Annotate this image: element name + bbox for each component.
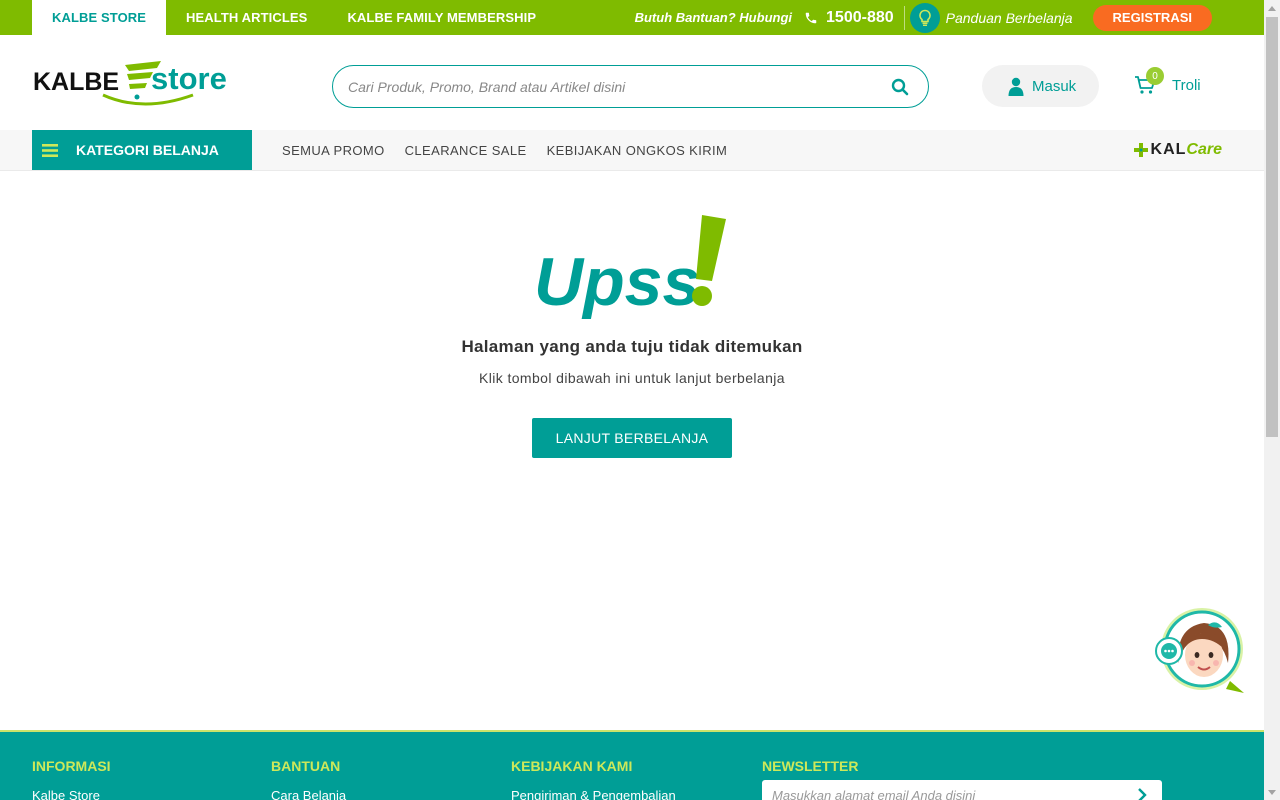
cart-label: Troli — [1172, 76, 1201, 94]
chevron-right-icon — [1138, 788, 1147, 800]
scroll-down-arrow[interactable] — [1264, 784, 1280, 800]
category-label: KATEGORI BELANJA — [76, 142, 219, 158]
user-icon — [1008, 77, 1024, 96]
newsletter-submit-button[interactable] — [1122, 788, 1162, 800]
menu-icon — [42, 143, 58, 157]
search-icon — [891, 78, 909, 95]
error-subtitle: Klik tombol dibawah ini untuk lanjut ber… — [479, 370, 785, 386]
newsletter-email-input[interactable] — [772, 787, 1122, 800]
error-title: Halaman yang anda tuju tidak ditemukan — [461, 337, 803, 356]
lightbulb-icon[interactable] — [909, 2, 940, 33]
tab-kalbe-store[interactable]: KALBE STORE — [32, 0, 167, 35]
footer-link[interactable]: Cara Belanja — [271, 788, 346, 800]
kalcare-care: Care — [1186, 141, 1222, 158]
tab-health-articles[interactable]: HEALTH ARTICLES — [166, 0, 327, 35]
upss-headline: Upss — [534, 244, 700, 320]
chat-widget[interactable] — [1152, 603, 1248, 695]
cart-button[interactable]: 0 Troli — [1134, 67, 1201, 95]
footer-col-kebijakan: KEBIJAKAN KAMI Pengiriman & Pengembalian — [511, 758, 676, 800]
login-button[interactable]: Masuk — [982, 65, 1099, 107]
kalbe-store-logo[interactable]: KALBE store — [33, 55, 253, 111]
footer-col-bantuan: BANTUAN Cara Belanja — [271, 758, 346, 800]
header: KALBE store Masuk 0 Troli — [0, 35, 1264, 130]
kalcare-kal: KAL — [1150, 141, 1187, 158]
kalcare-cross-icon — [1133, 143, 1148, 157]
kalcare-logo[interactable]: KAL Care — [1133, 141, 1222, 159]
divider — [903, 5, 905, 30]
footer-link[interactable]: Kalbe Store — [32, 788, 111, 800]
footer: INFORMASI Kalbe Store BANTUAN Cara Belan… — [0, 730, 1264, 800]
upss-illustration: Upss — [534, 215, 726, 320]
nav-links: SEMUA PROMO CLEARANCE SALE KEBIJAKAN ONG… — [272, 130, 737, 170]
help-text: Butuh Bantuan? Hubungi — [634, 10, 793, 25]
search-input[interactable] — [348, 78, 872, 95]
footer-col-newsletter: NEWSLETTER — [762, 758, 858, 774]
scroll-up-arrow[interactable] — [1264, 0, 1280, 16]
register-button[interactable]: REGISTRASI — [1092, 4, 1212, 31]
search-button[interactable] — [872, 67, 928, 107]
page-scrollbar[interactable] — [1264, 0, 1280, 800]
cart-count-badge: 0 — [1146, 67, 1164, 85]
top-bar: KALBE STORE HEALTH ARTICLES KALBE FAMILY… — [0, 0, 1264, 35]
footer-heading: NEWSLETTER — [762, 758, 859, 774]
footer-heading: BANTUAN — [271, 758, 341, 774]
footer-col-informasi: INFORMASI Kalbe Store — [32, 758, 111, 800]
tab-family-membership[interactable]: KALBE FAMILY MEMBERSHIP — [327, 0, 556, 35]
continue-shopping-button[interactable]: LANJUT BERBELANJA — [532, 418, 732, 458]
shopping-guide-link[interactable]: Panduan Berbelanja — [946, 10, 1073, 26]
scrollbar-thumb[interactable] — [1266, 17, 1278, 437]
svg-text:store: store — [151, 61, 227, 96]
topbar-right: Butuh Bantuan? Hubungi 1500-880 Panduan … — [635, 0, 1212, 35]
page: KALBE STORE HEALTH ARTICLES KALBE FAMILY… — [0, 0, 1264, 800]
phone-number: 1500-880 — [826, 8, 894, 26]
search-bar — [332, 65, 929, 108]
nav-link-shipping-policy[interactable]: KEBIJAKAN ONGKOS KIRIM — [537, 143, 738, 158]
footer-heading: INFORMASI — [32, 758, 111, 774]
newsletter-form — [762, 780, 1162, 800]
footer-heading: KEBIJAKAN KAMI — [511, 758, 633, 774]
phone-link[interactable]: 1500-880 — [804, 9, 894, 27]
category-menu-button[interactable]: KATEGORI BELANJA — [32, 130, 252, 170]
nav-link-clearance-sale[interactable]: CLEARANCE SALE — [395, 143, 537, 158]
navbar: KATEGORI BELANJA SEMUA PROMO CLEARANCE S… — [0, 130, 1264, 171]
login-label: Masuk — [1032, 77, 1077, 95]
footer-link[interactable]: Pengiriman & Pengembalian — [511, 788, 676, 800]
phone-icon — [805, 12, 817, 23]
not-found-section: Upss Halaman yang anda tuju tidak ditemu… — [0, 171, 1264, 729]
nav-link-all-promo[interactable]: SEMUA PROMO — [272, 143, 395, 158]
svg-text:KALBE: KALBE — [33, 68, 119, 96]
